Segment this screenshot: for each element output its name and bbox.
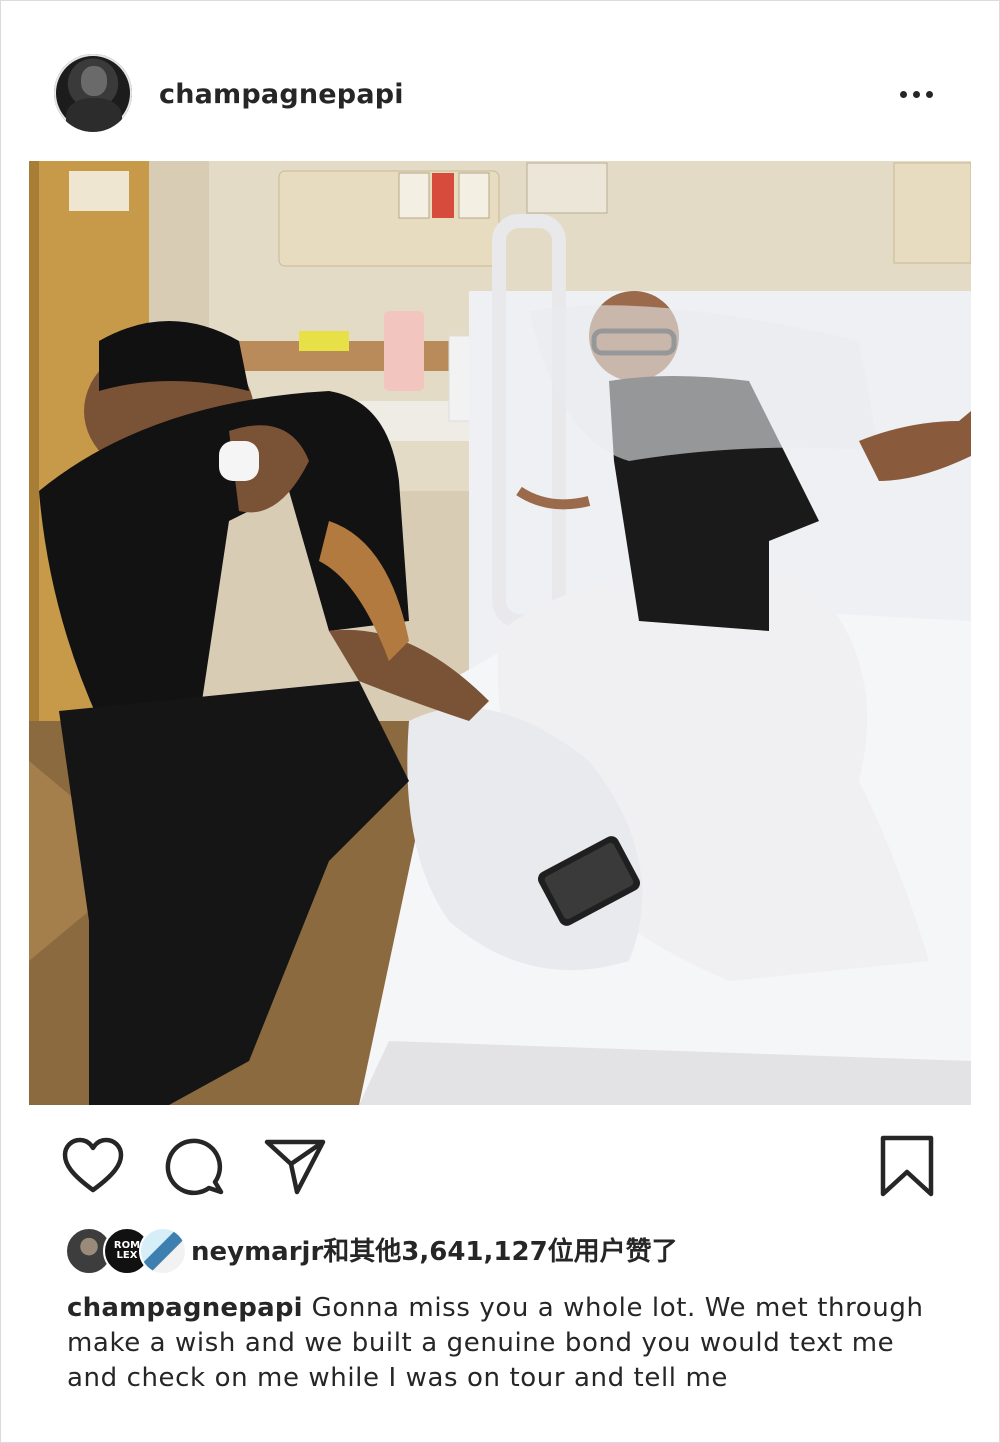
liked-avatar xyxy=(139,1227,187,1275)
post-caption: champagnepapi Gonna miss you a whole lot… xyxy=(67,1291,947,1396)
more-dot xyxy=(899,90,907,98)
more-options-icon[interactable] xyxy=(891,79,941,109)
more-dot xyxy=(912,90,920,98)
avatar-head xyxy=(81,66,107,96)
heart-icon[interactable] xyxy=(61,1136,125,1198)
comment-icon[interactable] xyxy=(163,1136,227,1198)
hospital-room-illustration xyxy=(29,161,971,1105)
caption-username[interactable]: champagnepapi xyxy=(67,1293,303,1323)
instagram-post: champagnepapi ROM LEX neymarjr和其他3,641,1… xyxy=(0,0,1000,1443)
post-photo[interactable] xyxy=(29,161,971,1105)
action-bar xyxy=(1,1126,1000,1206)
likes-count[interactable]: neymarjr和其他3,641,127位用户赞了 xyxy=(191,1231,678,1268)
post-username[interactable]: champagnepapi xyxy=(159,79,404,110)
likes-row[interactable]: ROM LEX neymarjr和其他3,641,127位用户赞了 xyxy=(63,1223,963,1275)
liked-by-avatars: ROM LEX xyxy=(63,1227,187,1275)
more-dot xyxy=(925,90,933,98)
bookmark-icon[interactable] xyxy=(877,1134,937,1200)
share-icon[interactable] xyxy=(263,1136,327,1198)
avatar-shoulders xyxy=(66,98,122,132)
post-header: champagnepapi xyxy=(1,1,1000,161)
profile-avatar[interactable] xyxy=(54,54,132,132)
